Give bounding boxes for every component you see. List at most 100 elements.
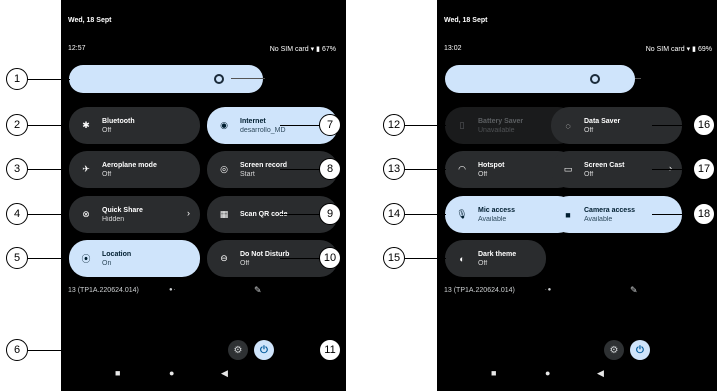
battery-icon: ▮	[316, 46, 320, 53]
tile-state: Off	[102, 170, 112, 178]
tile-aeroplane-mode[interactable]: ✈ Aeroplane mode Off	[69, 151, 200, 188]
tile-state: Off	[478, 259, 488, 267]
screen-cast-icon: ▭	[563, 164, 573, 174]
nav-home-button[interactable]: ●	[169, 368, 174, 378]
status-bar: No SIM card ▾ ▮ 69%	[645, 45, 712, 54]
callout-line	[28, 258, 69, 260]
date-label: Wed, 18 Sept	[444, 17, 488, 24]
callout-line	[405, 169, 446, 171]
data-saver-icon: ◌	[565, 120, 571, 131]
tile-state: Available	[584, 215, 613, 223]
chevron-right-icon[interactable]: ›	[187, 208, 190, 218]
tile-state: Available	[478, 215, 507, 223]
dark-theme-icon: ◐	[459, 253, 465, 264]
callout-line	[28, 125, 69, 127]
callout-8: 8	[319, 158, 341, 180]
battery-level: 67%	[321, 45, 336, 53]
qr-code-icon: ▦	[219, 209, 229, 219]
callout-2: 2	[6, 114, 28, 136]
brightness-slider[interactable]	[445, 65, 635, 93]
callout-1: 1	[6, 68, 28, 90]
tile-label: Bluetooth	[102, 117, 135, 125]
tile-label: Battery Saver	[478, 117, 524, 125]
nav-recents-button[interactable]: ■	[491, 368, 496, 378]
callout-line	[28, 169, 69, 171]
edit-pencil-icon[interactable]: ✎	[254, 285, 262, 296]
settings-button[interactable]: ⚙	[228, 340, 248, 360]
phone-screen-right: Wed, 18 Sept 13:02 No SIM card ▾ ▮ 69% ▯…	[437, 0, 717, 391]
sim-status: No SIM card	[269, 45, 309, 53]
build-number[interactable]: 13 (TP1A.220624.014)	[68, 287, 139, 294]
brightness-track-rest	[231, 78, 265, 79]
tile-location[interactable]: ⦿ Location On	[69, 240, 200, 277]
status-bar: No SIM card ▾ ▮ 67%	[269, 45, 336, 54]
nav-back-button[interactable]: ◀	[221, 368, 228, 379]
settings-button[interactable]: ⚙	[604, 340, 624, 360]
tile-state: Off	[478, 170, 488, 178]
tile-state: Off	[584, 170, 594, 178]
callout-17: 17	[693, 158, 715, 180]
tile-state: desarrollo_MD	[240, 126, 286, 134]
callout-line	[274, 350, 320, 352]
callout-5: 5	[6, 247, 28, 269]
callout-6: 6	[6, 339, 28, 361]
chevron-right-icon[interactable]: ›	[669, 163, 672, 173]
callout-9: 9	[319, 203, 341, 225]
tile-label: Aeroplane mode	[102, 161, 157, 169]
callout-14: 14	[383, 203, 405, 225]
tile-label: Camera access	[584, 206, 635, 214]
bluetooth-icon: ✱	[82, 120, 90, 130]
callout-11: 11	[319, 339, 341, 361]
screen-record-icon: ◎	[220, 164, 228, 174]
callout-line	[28, 79, 70, 81]
tile-state: Off	[102, 126, 112, 134]
callout-line	[28, 214, 69, 216]
tile-label: Data Saver	[584, 117, 621, 125]
tile-label: Internet	[240, 117, 266, 125]
power-button[interactable]: ⏻	[254, 340, 274, 360]
clock: 13:02	[444, 45, 462, 52]
callout-line	[280, 169, 320, 171]
nav-home-button[interactable]: ●	[545, 368, 550, 378]
tile-quick-share[interactable]: ⊗ Quick Share Hidden ›	[69, 196, 200, 233]
tile-label: Screen Cast	[584, 161, 625, 169]
page-indicator: ∙●	[545, 287, 553, 293]
callout-7: 7	[319, 114, 341, 136]
location-icon: ⦿	[81, 254, 91, 264]
battery-saver-icon: ▯	[459, 120, 465, 130]
callout-4: 4	[6, 203, 28, 225]
nav-back-button[interactable]: ◀	[597, 368, 604, 379]
callout-line	[280, 258, 320, 260]
callout-18: 18	[693, 203, 715, 225]
edit-pencil-icon[interactable]: ✎	[630, 285, 638, 296]
brightness-slider[interactable]	[69, 65, 263, 93]
gear-icon: ⚙	[233, 344, 243, 356]
callout-line	[405, 258, 446, 260]
tile-state: Unavailable	[478, 126, 515, 134]
brightness-track-rest	[635, 78, 641, 79]
power-button[interactable]: ⏻	[630, 340, 650, 360]
date-label: Wed, 18 Sept	[68, 17, 112, 24]
power-icon: ⏻	[260, 344, 268, 356]
tile-bluetooth[interactable]: ✱ Bluetooth Off	[69, 107, 200, 144]
sim-status: No SIM card	[645, 45, 685, 53]
clock: 12:57	[68, 45, 86, 52]
phone-screen-left: Wed, 18 Sept 12:57 No SIM card ▾ ▮ 67% ✱…	[61, 0, 346, 391]
callout-line	[405, 214, 446, 216]
callout-line	[280, 214, 320, 216]
microphone-icon: 🎙	[456, 209, 468, 219]
airplane-icon: ✈	[82, 164, 90, 174]
callout-line	[28, 350, 228, 352]
tile-dark-theme[interactable]: ◐ Dark theme Off	[445, 240, 546, 277]
build-number[interactable]: 13 (TP1A.220624.014)	[444, 287, 515, 294]
tile-label: Hotspot	[478, 161, 505, 169]
tile-state: Hidden	[102, 215, 125, 223]
nav-recents-button[interactable]: ■	[115, 368, 120, 378]
tile-state: Off	[240, 259, 250, 267]
tile-label: Quick Share	[102, 206, 143, 214]
tile-label: Mic access	[478, 206, 515, 214]
hotspot-icon: ◠	[458, 164, 466, 174]
callout-line	[405, 125, 446, 127]
battery-level: 69%	[697, 45, 712, 53]
page-indicator: ●∙	[169, 287, 177, 293]
